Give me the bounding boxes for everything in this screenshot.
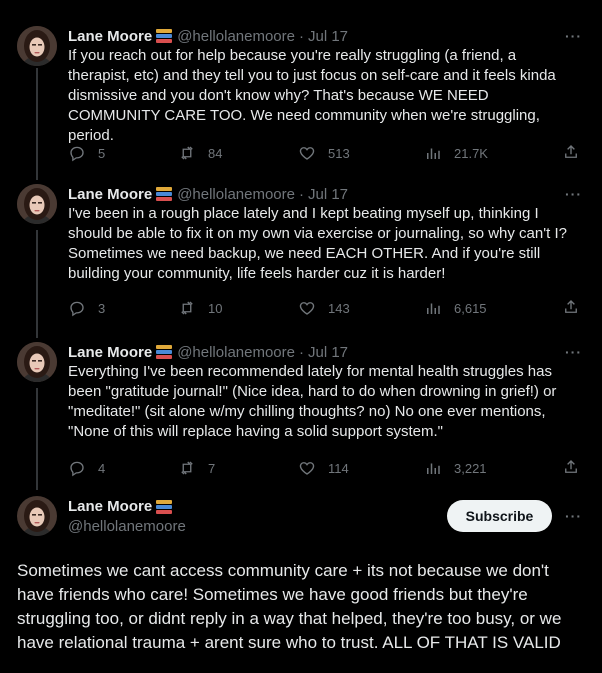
share-icon [565,145,577,158]
retweet-count: 7 [208,460,216,476]
books-emoji-icon [155,344,173,360]
more-options-icon[interactable]: ··· [565,186,582,202]
views-button[interactable]: 21.7K [424,143,488,163]
views-button[interactable]: 3,221 [424,458,487,478]
avatar[interactable] [17,342,57,382]
author-handle[interactable]: @hellolanemoore [177,344,295,361]
like-button[interactable]: 143 [298,298,350,318]
avatar[interactable] [17,184,57,224]
author-name[interactable]: Lane Moore [68,344,152,361]
views-count: 6,615 [454,300,487,316]
tweet[interactable]: Lane Moore @hellolanemoore · Jul 17 ··· … [0,26,602,166]
separator-dot: · [298,185,304,203]
books-emoji-icon [155,28,173,44]
reply-count: 5 [98,145,106,161]
like-count: 513 [328,145,350,161]
tweet-actions: 3 10 143 6,615 [68,298,580,318]
retweet-icon [181,146,193,160]
views-icon [427,148,440,159]
author-name[interactable]: Lane Moore [68,186,152,203]
reply-count: 4 [98,460,106,476]
heart-icon [299,462,315,475]
share-button[interactable] [562,298,580,319]
like-button[interactable]: 513 [298,143,350,163]
author-handle[interactable]: @hellolanemoore [68,518,186,535]
reply-icon [70,146,84,162]
share-button[interactable] [562,143,580,164]
views-count: 3,221 [454,460,487,476]
reply-button[interactable]: 5 [68,143,105,163]
author-handle[interactable]: @hellolanemoore [177,186,295,203]
author-name-text: Lane Moore [68,498,153,515]
views-count: 21.7K [454,145,488,161]
retweet-icon [181,461,193,475]
more-options-icon[interactable]: ··· [565,28,582,44]
tweet-text: I've been in a rough place lately and I … [68,205,567,282]
tweet-date[interactable]: Jul 17 [308,186,348,203]
retweet-button[interactable]: 7 [178,458,215,478]
views-button[interactable]: 6,615 [424,298,487,318]
share-icon [565,460,577,473]
author-name[interactable]: Lane Moore [68,28,152,45]
more-options-icon[interactable]: ··· [565,344,582,360]
more-options-icon[interactable]: ··· [565,508,582,524]
retweet-button[interactable]: 10 [178,298,222,318]
avatar[interactable] [17,26,57,66]
like-button[interactable]: 114 [298,458,349,478]
retweet-icon [181,301,193,315]
views-icon [427,303,440,314]
tweet-header: Lane Moore @hellolanemoore · Jul 17 [68,342,348,362]
tweet-thread: Lane Moore @hellolanemoore · Jul 17 ··· … [0,0,602,673]
tweet-date[interactable]: Jul 17 [308,28,348,45]
share-button[interactable] [562,458,580,479]
retweet-button[interactable]: 84 [178,143,222,163]
tweet-text: Everything I've been recommended lately … [68,363,557,440]
separator-dot: · [298,27,304,45]
tweet-header: Lane Moore @hellolanemoore · Jul 17 [68,26,348,46]
views-icon [427,463,440,474]
tweet-text: If you reach out for help because you're… [68,47,556,144]
like-count: 143 [328,300,350,316]
reply-button[interactable]: 4 [68,458,105,478]
main-tweet-header: Lane Moore @hellolanemoore Subscribe ··· [0,496,602,540]
tweet-actions: 5 84 513 21.7K [68,143,580,163]
books-emoji-icon [155,186,173,202]
retweet-count: 84 [208,145,223,161]
subscribe-button[interactable]: Subscribe [447,500,552,532]
books-emoji-icon [155,499,173,515]
tweet-date[interactable]: Jul 17 [308,344,348,361]
heart-icon [299,302,315,315]
reply-icon [70,461,84,477]
tweet-header: Lane Moore @hellolanemoore · Jul 17 [68,184,348,204]
tweet[interactable]: Lane Moore @hellolanemoore · Jul 17 ··· … [0,184,602,324]
author-name[interactable]: Lane Moore [68,498,177,515]
tweet[interactable]: Lane Moore @hellolanemoore · Jul 17 ··· … [0,342,602,482]
heart-icon [299,147,315,160]
reply-count: 3 [98,300,106,316]
main-tweet-text: Sometimes we cant access community care … [17,561,562,652]
retweet-count: 10 [208,300,223,316]
tweet-actions: 4 7 114 3,221 [68,458,580,478]
like-count: 114 [328,460,349,476]
reply-icon [70,301,84,317]
share-icon [565,300,577,313]
author-handle[interactable]: @hellolanemoore [177,28,295,45]
separator-dot: · [298,343,304,361]
reply-button[interactable]: 3 [68,298,105,318]
